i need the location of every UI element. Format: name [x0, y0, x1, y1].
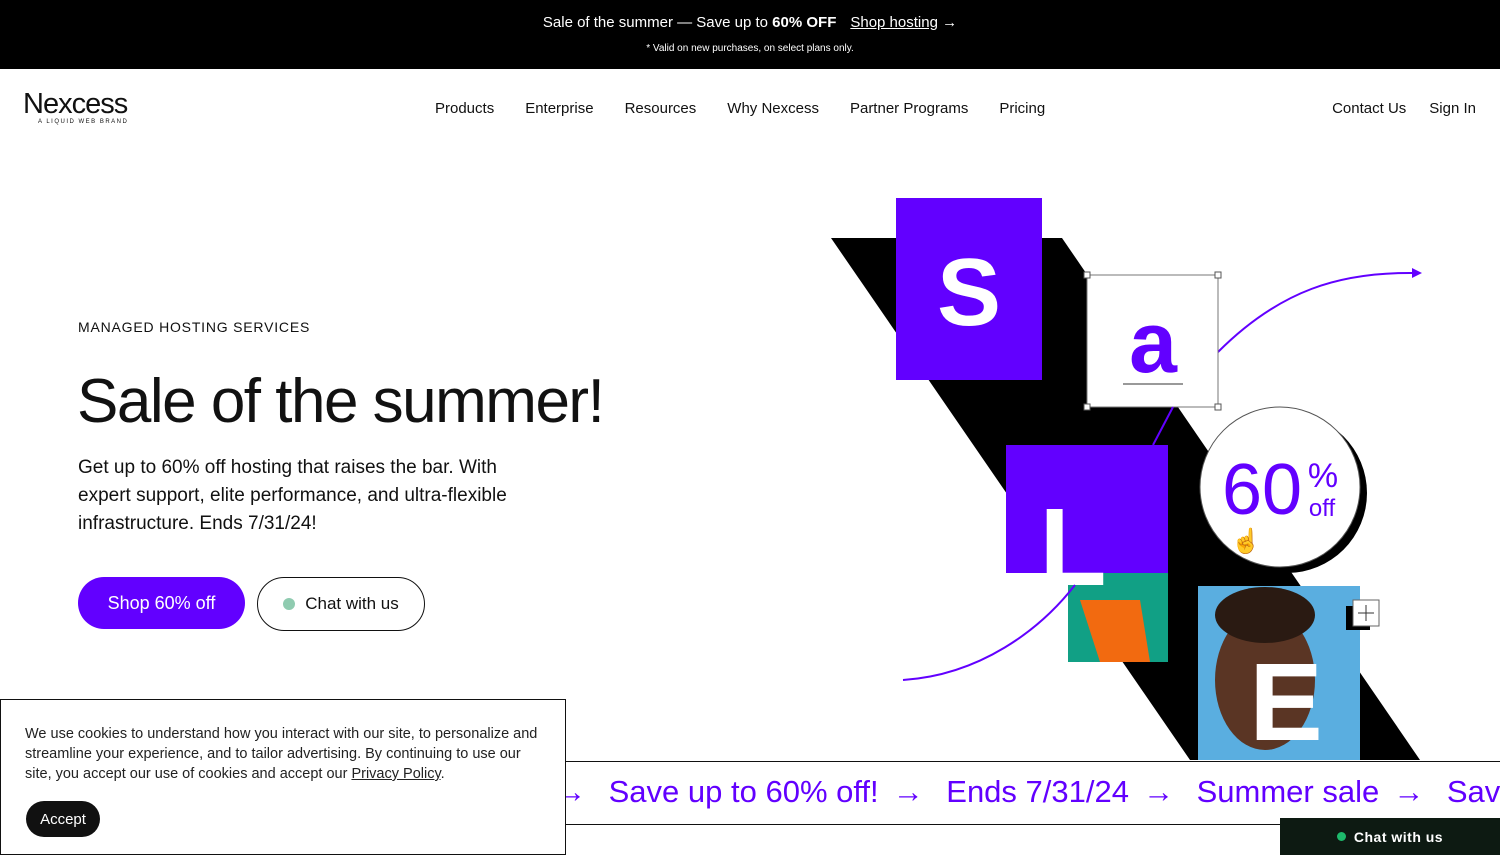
cookie-text: We use cookies to understand how you int…: [25, 726, 538, 782]
arrow-right-icon: →: [1393, 774, 1425, 809]
hand-cursor-icon: ☝: [1231, 526, 1261, 555]
marquee-item: Save up to 60% off!: [608, 774, 879, 809]
sale-illustration: S a L 60 % off ☝ E: [831, 198, 1422, 761]
letter-a: a: [1129, 295, 1178, 391]
marquee-item: Summer sale: [1196, 774, 1380, 809]
letter-e: E: [1249, 641, 1322, 761]
arrow-right-icon: →: [892, 774, 924, 809]
letter-l: L: [1039, 486, 1106, 609]
marquee-item: Ends 7/31/24: [946, 774, 1129, 809]
privacy-policy-link[interactable]: Privacy Policy: [351, 766, 440, 782]
chat-widget-button[interactable]: Chat with us: [1280, 818, 1500, 855]
online-dot-icon: [1336, 832, 1346, 841]
letter-s: S: [937, 239, 1001, 346]
cookie-banner: We use cookies to understand how you int…: [0, 699, 566, 855]
curve-arrow: [1217, 271, 1416, 353]
marquee-item: Save: [1446, 774, 1500, 809]
badge-number: 60: [1222, 450, 1302, 530]
arrow-right-icon: →: [1142, 774, 1174, 809]
accept-cookies-button[interactable]: Accept: [26, 801, 100, 837]
svg-text:%: %: [1308, 457, 1338, 495]
svg-text:off: off: [1309, 495, 1336, 522]
arrow-head-icon: [1412, 268, 1422, 278]
